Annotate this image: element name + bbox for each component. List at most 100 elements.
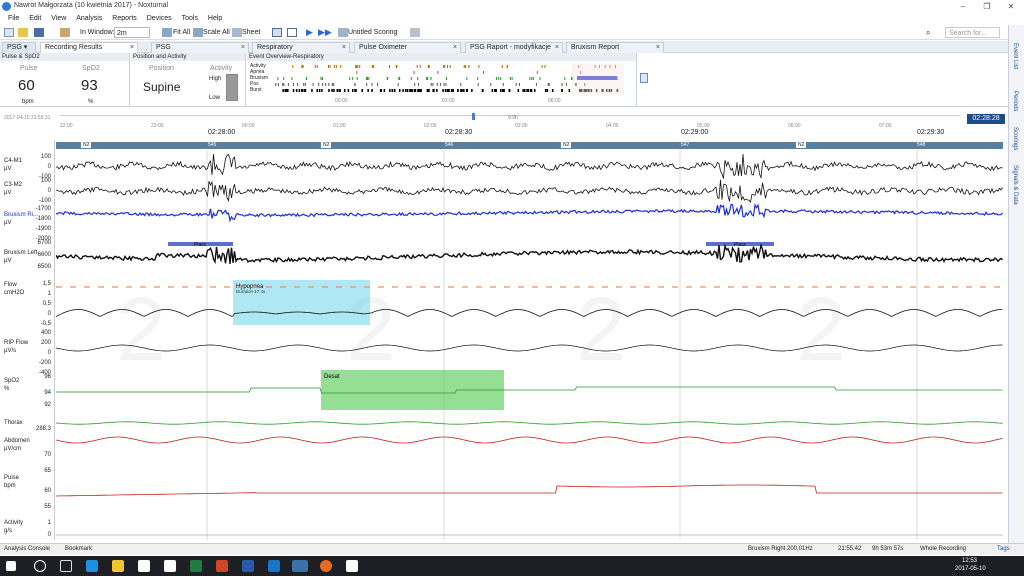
open-icon[interactable] xyxy=(18,28,28,37)
channel-name[interactable]: RIP Flow xyxy=(4,340,28,346)
tab-respiratory[interactable]: Respiratory × xyxy=(252,42,350,53)
scoring-dropdown[interactable]: Untitled Scoring xyxy=(348,27,397,38)
channel-unit: µV xyxy=(4,166,12,172)
search-input[interactable]: Search for... xyxy=(945,27,1000,38)
signal-plot[interactable]: 2222 Hypopnea Duration 17.4s Desat Plasc… xyxy=(56,150,1003,540)
home-icon[interactable] xyxy=(164,560,176,572)
task-view-icon[interactable] xyxy=(60,560,72,572)
menu-file[interactable]: File xyxy=(8,13,19,24)
plasc-label: Plasc xyxy=(734,242,747,248)
channel-name[interactable]: Bruxism Left xyxy=(4,250,37,256)
tab-event-list[interactable]: Event List xyxy=(1012,43,1018,69)
close-tab-icon[interactable]: × xyxy=(453,43,457,53)
start-icon[interactable] xyxy=(6,561,16,571)
close-button[interactable]: ✕ xyxy=(1000,1,1022,12)
status-duration: 9h 53m 57s xyxy=(872,546,904,552)
channel-scale-value: 1 xyxy=(47,520,51,526)
maximize-button[interactable]: ❐ xyxy=(976,1,998,12)
tab-psg-raport[interactable]: PSG Raport - modyfikacje × xyxy=(465,42,563,53)
channel-labels: C4-M1 µV 100 0 -100 C3-M2 µV 100 0 -100 Bruxism Ri… xyxy=(0,140,55,540)
analysis-console-button[interactable]: Analysis Console xyxy=(4,546,50,552)
channel-name[interactable]: Abdomen xyxy=(4,438,30,444)
word-icon[interactable] xyxy=(242,560,254,572)
recording-date: 2017-04-10 21:55:31 xyxy=(4,115,51,121)
fit-all-button[interactable]: Fit All xyxy=(173,27,190,38)
edge-icon[interactable] xyxy=(86,560,98,572)
play-icon[interactable]: ▶ xyxy=(306,27,313,38)
in-window-select[interactable]: 2m xyxy=(114,27,150,38)
amazon-icon[interactable] xyxy=(346,560,358,572)
channel-scale-value: 6500 xyxy=(37,264,51,270)
expand-panel-button[interactable] xyxy=(640,73,648,83)
channel-name[interactable]: Bruxism Ri... xyxy=(4,212,38,218)
menu-devices[interactable]: Devices xyxy=(147,13,172,24)
layout-icon[interactable] xyxy=(272,28,282,37)
view-range-dropdown[interactable]: Whole Recording xyxy=(920,546,966,552)
firefox-icon[interactable] xyxy=(320,560,332,572)
stage-label: N2 xyxy=(81,142,92,148)
channel-name[interactable]: C4-M1 xyxy=(4,158,22,164)
settings-icon[interactable] xyxy=(410,28,420,37)
svg-text:2: 2 xyxy=(116,280,166,380)
channel-name[interactable]: SpO2 xyxy=(4,378,19,384)
timeline-cursor[interactable] xyxy=(472,113,475,120)
close-tab-icon[interactable]: × xyxy=(342,43,346,53)
activity-label: Activity xyxy=(210,65,233,72)
tab-psg[interactable]: PSG × xyxy=(151,42,249,53)
pulse-spo2-panel: Pulse & SpO2 Pulse 60 bpm SpO2 93 % xyxy=(0,53,130,107)
powerpoint-icon[interactable] xyxy=(216,560,228,572)
channel-scale-value: 65 xyxy=(44,468,51,474)
layout-alt-icon[interactable] xyxy=(287,28,297,37)
save-icon[interactable] xyxy=(34,28,44,37)
channel-name[interactable]: C3-M2 xyxy=(4,182,22,188)
recording-timeline[interactable]: 2017-04-10 21:55:31 22:00 23:00 00:00 01:00… xyxy=(0,110,1008,130)
event-overview-chart[interactable] xyxy=(275,63,625,95)
new-icon[interactable] xyxy=(4,28,14,37)
tags-button[interactable]: Tags xyxy=(997,546,1010,552)
channel-name[interactable]: Pulse xyxy=(4,475,19,481)
tab-recording-results[interactable]: Recording Results × xyxy=(40,42,138,53)
excel-icon[interactable] xyxy=(190,560,202,572)
file-explorer-icon[interactable] xyxy=(112,560,124,572)
close-tab-icon[interactable]: × xyxy=(555,43,559,53)
minimize-button[interactable]: – xyxy=(952,1,974,12)
menu-reports[interactable]: Reports xyxy=(112,13,137,24)
overview-row-labels: Activity Apnea Bruxism Pos Burst xyxy=(250,63,269,93)
bookmark-button[interactable]: Bookmark xyxy=(65,546,92,552)
tab-scorings[interactable]: Scorings xyxy=(1012,127,1018,150)
scoring-icon xyxy=(338,28,348,37)
channel-scale-value: -200 xyxy=(38,360,51,366)
sleep-stage-bar[interactable]: N2 N2 N2 N2 545 546 547 548 xyxy=(56,142,1003,149)
tab-psg-dropdown[interactable]: PSG ▾ xyxy=(2,42,36,53)
channel-name[interactable]: Thorax xyxy=(4,420,23,426)
menu-tools[interactable]: Tools xyxy=(182,13,198,24)
menu-help[interactable]: Help xyxy=(208,13,222,24)
menu-view[interactable]: View xyxy=(51,13,66,24)
close-tab-icon[interactable]: × xyxy=(130,43,134,53)
channel-name[interactable]: Activity xyxy=(4,520,23,526)
position-label: Position xyxy=(149,65,174,72)
tab-periods[interactable]: Periods xyxy=(1012,91,1018,111)
scale-all-button[interactable]: Scale All xyxy=(203,27,230,38)
tab-signals-data[interactable]: Signals & Data xyxy=(1012,165,1018,205)
menu-edit[interactable]: Edit xyxy=(29,13,41,24)
search-icon[interactable] xyxy=(34,560,46,572)
sheet-dropdown[interactable]: Sheet xyxy=(242,27,260,38)
fast-forward-icon[interactable]: ▶▶ xyxy=(318,27,332,38)
close-tab-icon[interactable]: × xyxy=(241,43,245,53)
taskbar-date: 2017-05-10 xyxy=(955,566,986,572)
pulse-label: Pulse xyxy=(20,65,38,72)
close-tab-icon[interactable]: × xyxy=(656,43,660,53)
stage-label: N2 xyxy=(796,142,807,148)
menu-analysis[interactable]: Analysis xyxy=(76,13,102,24)
noxturnal-icon[interactable] xyxy=(292,560,308,572)
scoring-tool-icon[interactable] xyxy=(60,28,70,37)
tab-bruxism-report[interactable]: Bruxism Report × xyxy=(566,42,664,53)
tab-pulse-oximeter[interactable]: Pulse Oximeter × xyxy=(354,42,461,53)
outlook-icon[interactable] xyxy=(268,560,280,572)
activity-bar xyxy=(226,74,238,101)
store-icon[interactable] xyxy=(138,560,150,572)
channel-name[interactable]: Flow xyxy=(4,282,17,288)
channel-scale-value: 100 xyxy=(40,154,51,160)
fit-all-icon xyxy=(162,28,172,37)
